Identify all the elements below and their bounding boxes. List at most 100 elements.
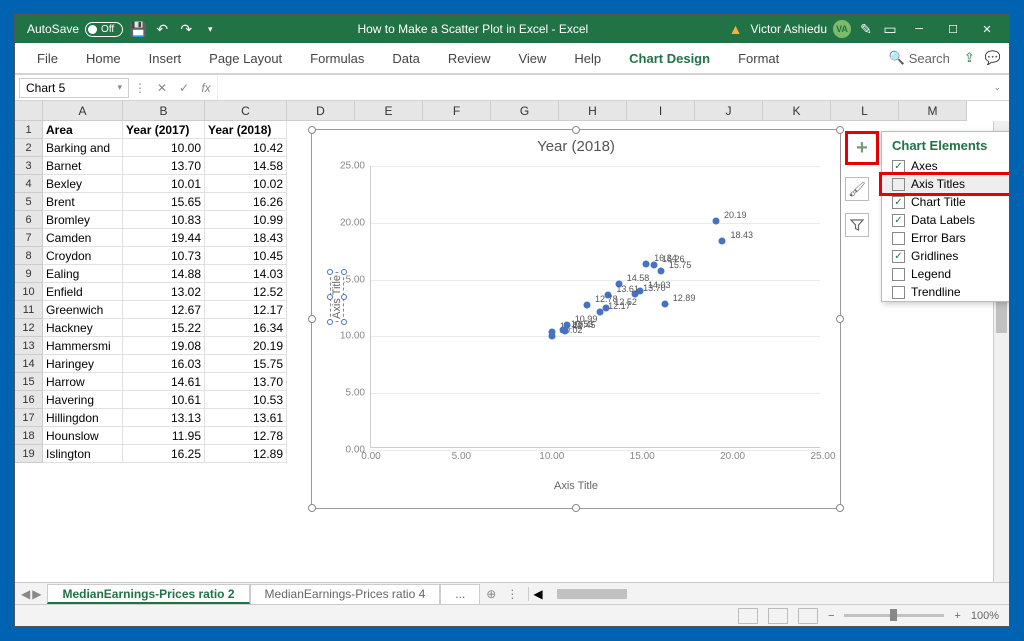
cell[interactable]: Bexley: [43, 175, 123, 193]
sheet-tab[interactable]: ...: [440, 584, 480, 604]
cell[interactable]: 10.73: [123, 247, 205, 265]
chart-element-axis-titles[interactable]: Axis Titles▶: [882, 175, 1009, 193]
cell[interactable]: Hounslow: [43, 427, 123, 445]
col-header[interactable]: B: [123, 101, 205, 121]
tab-nav-prev-icon[interactable]: ◀: [21, 587, 30, 601]
cell[interactable]: Year (2017): [123, 121, 205, 139]
chart-title[interactable]: Year (2018): [312, 130, 840, 159]
save-icon[interactable]: 💾: [129, 20, 147, 38]
col-header[interactable]: E: [355, 101, 423, 121]
cell[interactable]: 15.65: [123, 193, 205, 211]
cell[interactable]: 12.67: [123, 301, 205, 319]
ribbon-tab-insert[interactable]: Insert: [135, 43, 196, 73]
cell[interactable]: 13.70: [205, 373, 287, 391]
ribbon-tab-format[interactable]: Format: [724, 43, 793, 73]
cell[interactable]: Enfield: [43, 283, 123, 301]
cell[interactable]: 14.03: [205, 265, 287, 283]
row-header[interactable]: 13: [15, 337, 43, 355]
zoom-slider[interactable]: [844, 614, 944, 617]
checkbox-icon[interactable]: [892, 268, 905, 281]
fx-icon[interactable]: fx: [195, 81, 217, 95]
row-header[interactable]: 8: [15, 247, 43, 265]
chart-element-error-bars[interactable]: Error Bars: [882, 229, 1009, 247]
cell[interactable]: 12.78: [205, 427, 287, 445]
enter-icon[interactable]: ✓: [173, 81, 195, 95]
ribbon-tab-help[interactable]: Help: [560, 43, 615, 73]
cell[interactable]: 14.61: [123, 373, 205, 391]
row-header[interactable]: 15: [15, 373, 43, 391]
user-name[interactable]: Victor Ashiedu: [751, 22, 828, 36]
y-axis-title[interactable]: Axis Title: [330, 272, 344, 322]
cell[interactable]: Barking and: [43, 139, 123, 157]
chart-element-trendline[interactable]: Trendline: [882, 283, 1009, 301]
chart-elements-button[interactable]: +: [845, 131, 879, 165]
row-header[interactable]: 19: [15, 445, 43, 463]
col-header[interactable]: D: [287, 101, 355, 121]
checkbox-icon[interactable]: [892, 178, 905, 191]
page-layout-view-button[interactable]: [768, 608, 788, 624]
cell[interactable]: 20.19: [205, 337, 287, 355]
cell[interactable]: 13.70: [123, 157, 205, 175]
row-header[interactable]: 9: [15, 265, 43, 283]
data-point[interactable]: [548, 333, 555, 340]
share-icon[interactable]: ⇪: [964, 50, 975, 66]
data-point[interactable]: [597, 308, 604, 315]
chart-element-chart-title[interactable]: ✓Chart Title: [882, 193, 1009, 211]
row-header[interactable]: 10: [15, 283, 43, 301]
cell[interactable]: 10.53: [205, 391, 287, 409]
cell[interactable]: 16.25: [123, 445, 205, 463]
avatar[interactable]: VA: [833, 20, 851, 38]
cell[interactable]: Year (2018): [205, 121, 287, 139]
cell[interactable]: Hammersmi: [43, 337, 123, 355]
ribbon-display-icon[interactable]: ▭: [881, 20, 899, 38]
cell[interactable]: Haringey: [43, 355, 123, 373]
col-header[interactable]: J: [695, 101, 763, 121]
data-point[interactable]: [712, 217, 719, 224]
data-point[interactable]: [643, 261, 650, 268]
row-header[interactable]: 16: [15, 391, 43, 409]
search-box[interactable]: 🔍 Search: [889, 50, 950, 66]
zoom-in-button[interactable]: +: [954, 610, 960, 622]
checkbox-icon[interactable]: ✓: [892, 214, 905, 227]
cell[interactable]: 10.00: [123, 139, 205, 157]
redo-icon[interactable]: ↷: [177, 20, 195, 38]
add-sheet-button[interactable]: ⊕: [480, 587, 502, 601]
zoom-out-button[interactable]: −: [828, 610, 834, 622]
chart-styles-button[interactable]: 🖌: [845, 177, 869, 201]
row-header[interactable]: 1: [15, 121, 43, 139]
cell[interactable]: 12.89: [205, 445, 287, 463]
row-header[interactable]: 12: [15, 319, 43, 337]
col-header[interactable]: F: [423, 101, 491, 121]
row-header[interactable]: 3: [15, 157, 43, 175]
page-break-view-button[interactable]: [798, 608, 818, 624]
cell[interactable]: Ealing: [43, 265, 123, 283]
undo-icon[interactable]: ↶: [153, 20, 171, 38]
chart-filters-button[interactable]: [845, 213, 869, 237]
ribbon-tab-review[interactable]: Review: [434, 43, 505, 73]
cell[interactable]: Havering: [43, 391, 123, 409]
cell[interactable]: Islington: [43, 445, 123, 463]
cell[interactable]: 15.22: [123, 319, 205, 337]
data-point[interactable]: [657, 268, 664, 275]
cell[interactable]: 13.61: [205, 409, 287, 427]
checkbox-icon[interactable]: ✓: [892, 160, 905, 173]
autosave-toggle[interactable]: Off: [85, 22, 123, 37]
ribbon-tab-file[interactable]: File: [23, 43, 72, 73]
ribbon-tab-view[interactable]: View: [504, 43, 560, 73]
checkbox-icon[interactable]: ✓: [892, 250, 905, 263]
data-point[interactable]: [559, 327, 566, 334]
col-header[interactable]: L: [831, 101, 899, 121]
minimize-button[interactable]: ─: [905, 17, 933, 41]
chart-element-legend[interactable]: Legend: [882, 265, 1009, 283]
row-header[interactable]: 6: [15, 211, 43, 229]
cell[interactable]: Camden: [43, 229, 123, 247]
qat-dropdown-icon[interactable]: ▾: [201, 20, 219, 38]
cell[interactable]: Barnet: [43, 157, 123, 175]
cell[interactable]: 15.75: [205, 355, 287, 373]
x-axis-title[interactable]: Axis Title: [554, 480, 598, 492]
cell[interactable]: 14.88: [123, 265, 205, 283]
close-button[interactable]: ✕: [973, 17, 1001, 41]
data-point[interactable]: [584, 301, 591, 308]
cell[interactable]: Croydon: [43, 247, 123, 265]
row-header[interactable]: 2: [15, 139, 43, 157]
